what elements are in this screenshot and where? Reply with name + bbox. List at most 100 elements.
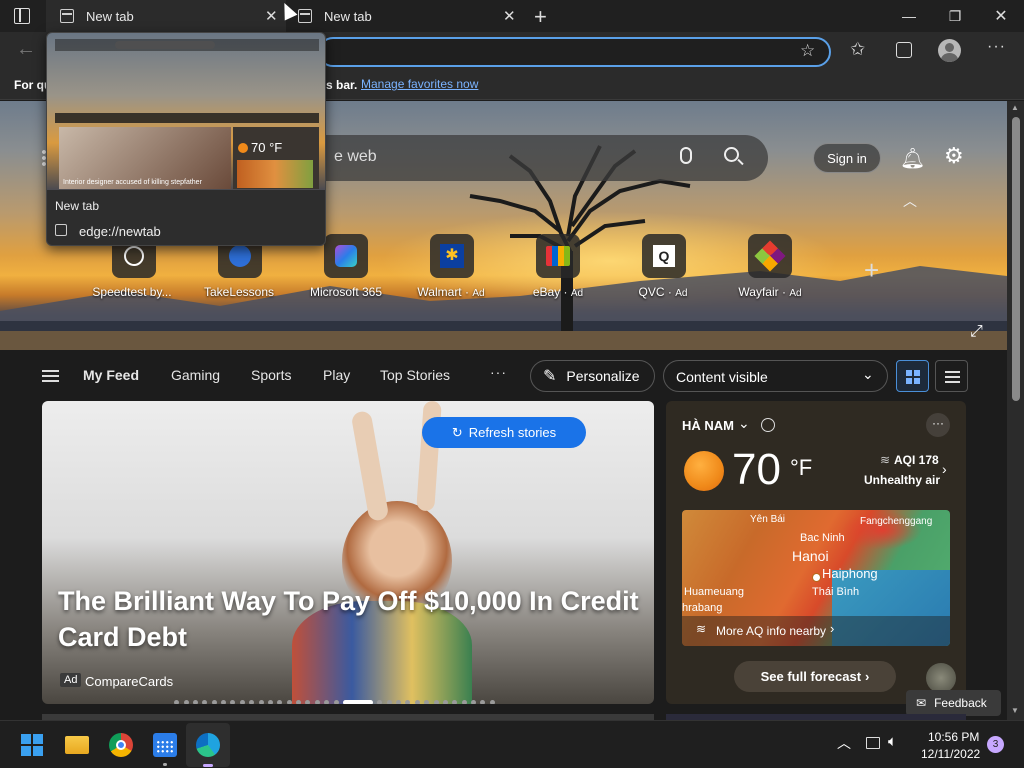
preview-title: New tab — [55, 199, 100, 213]
clock-date[interactable]: 12/11/2022 — [921, 747, 980, 761]
personalize-button[interactable]: ✎ Personalize — [530, 360, 655, 392]
feedback-button[interactable]: ✉ Feedback — [906, 690, 1001, 716]
restore-button[interactable]: ❐ — [932, 0, 978, 32]
volume-icon[interactable]: 🔈︎ — [888, 733, 897, 750]
map-label: Hanoi — [792, 548, 829, 564]
grid-layout-button[interactable] — [896, 360, 929, 392]
aqi-value[interactable]: AQI 178 — [894, 453, 939, 467]
collections-icon[interactable] — [896, 42, 912, 58]
tab-label: New tab — [86, 8, 134, 24]
map-label: Fangchenggang — [860, 516, 933, 527]
start-windows-icon[interactable] — [21, 734, 43, 756]
aqi-icon: ≋ — [880, 453, 891, 467]
tab-label: New tab — [324, 8, 372, 24]
address-bar[interactable]: ☆ — [318, 37, 831, 67]
expand-background-icon[interactable]: ⤢ — [970, 323, 983, 341]
quick-link-label: Microsoft 365 — [309, 285, 383, 299]
add-quick-link-button[interactable]: + — [864, 255, 879, 286]
aqi-chevron-icon[interactable]: › — [942, 461, 947, 477]
see-full-forecast-button[interactable]: See full forecast › — [734, 661, 896, 692]
walmart-icon: ✱ — [440, 244, 464, 268]
ad-tag: Ad — [570, 288, 584, 299]
aqi-status[interactable]: Unhealthy air — [864, 473, 940, 487]
tab-play[interactable]: Play — [323, 367, 350, 383]
file-explorer-icon[interactable] — [65, 736, 89, 754]
add-favorite-icon[interactable]: ☆ — [800, 41, 815, 61]
forecast-chevron-icon: › — [865, 669, 870, 684]
more-aq-link[interactable]: More AQ info nearby — [716, 624, 826, 638]
favorites-button[interactable]: ✩ — [850, 39, 865, 60]
tab-gaming[interactable]: Gaming — [171, 367, 220, 383]
back-button[interactable]: ← — [16, 38, 36, 61]
forecast-label: See full forecast — [760, 669, 862, 684]
chrome-icon[interactable] — [109, 733, 133, 757]
refresh-icon: ↻ — [451, 424, 463, 440]
map-label: Huameuang — [684, 586, 744, 598]
new-tab-button[interactable]: + — [534, 4, 547, 30]
story-headline[interactable]: The Brilliant Way To Pay Off $10,000 In … — [58, 583, 648, 655]
weather-location[interactable]: HÀ NAM — [682, 418, 734, 433]
air-quality-map[interactable]: Yên Bái Fangchenggang Bac Ninh Hanoi Hai… — [682, 510, 950, 646]
quick-link-label: QVC · Ad — [638, 285, 688, 299]
tab-sports[interactable]: Sports — [251, 367, 291, 383]
web-search-box[interactable]: e web — [300, 135, 768, 181]
tab-new-tab-1[interactable]: New tab ✕ — [46, 0, 286, 32]
quick-link-qvc[interactable]: Q — [642, 234, 686, 278]
content-visibility-dropdown[interactable]: Content visible ⌄ — [663, 360, 888, 392]
wayfair-icon — [754, 240, 786, 272]
ebay-icon — [546, 246, 570, 266]
page-scrollbar[interactable]: ▲ ▼ — [1007, 101, 1024, 720]
close-tab-icon[interactable]: ✕ — [503, 7, 516, 25]
settings-more-button[interactable]: ··· — [987, 38, 1006, 56]
settings-gear-icon[interactable]: ⚙ — [944, 143, 964, 169]
sign-in-button[interactable]: Sign in — [813, 143, 881, 173]
speedtest-icon — [124, 246, 144, 266]
ad-badge: Ad — [60, 673, 82, 687]
hero-story-card[interactable]: ↻ Refresh stories The Brilliant Way To P… — [42, 401, 654, 704]
title-bar: New tab ✕ New tab ✕ + — ❐ ✕ — [0, 0, 1024, 32]
tab-top-stories[interactable]: Top Stories — [380, 367, 450, 383]
microphone-icon[interactable] — [680, 147, 692, 164]
close-tab-icon[interactable]: ✕ — [265, 7, 278, 25]
temperature-value: 70 — [732, 445, 781, 494]
calendar-icon[interactable] — [153, 733, 177, 757]
globe-icon[interactable] — [761, 418, 775, 432]
manage-favorites-link[interactable]: Manage favorites now — [361, 77, 478, 91]
edge-browser-icon[interactable] — [186, 723, 230, 767]
carousel-dots[interactable] — [172, 692, 532, 704]
scroll-down-icon[interactable]: ▼ — [1011, 706, 1019, 715]
quick-link-walmart[interactable]: ✱ — [430, 234, 474, 278]
collapse-chevron-icon[interactable]: ︿ — [903, 191, 917, 211]
quick-link-ebay[interactable] — [536, 234, 580, 278]
network-icon[interactable] — [866, 737, 880, 749]
quick-link-microsoft365[interactable] — [324, 234, 368, 278]
notification-badge[interactable]: 3 — [987, 736, 1004, 753]
weather-more-button[interactable]: ··· — [926, 413, 950, 437]
preview-thumbnail: Interior designer accused of killing ste… — [47, 33, 325, 190]
more-tabs-button[interactable]: ··· — [490, 364, 507, 380]
quick-link-label: Speedtest by... — [92, 285, 172, 299]
tab-new-tab-2[interactable]: New tab ✕ — [288, 0, 526, 32]
preview-story-caption: Interior designer accused of killing ste… — [63, 179, 202, 186]
profile-avatar[interactable] — [938, 39, 961, 62]
notifications-bell-icon[interactable]: 🔔︎ — [900, 146, 925, 171]
feed-menu-icon[interactable] — [42, 370, 59, 382]
quick-link-name: Walmart — [417, 285, 462, 299]
tab-actions-button[interactable] — [14, 8, 30, 24]
ad-tag: Ad — [472, 288, 485, 299]
sign-in-label: Sign in — [827, 150, 867, 166]
location-chevron-icon[interactable]: ⌄ — [738, 415, 750, 432]
refresh-stories-button[interactable]: ↻ Refresh stories — [422, 417, 586, 448]
tab-my-feed[interactable]: My Feed — [83, 367, 139, 383]
scroll-up-icon[interactable]: ▲ — [1011, 103, 1019, 112]
list-layout-button[interactable] — [935, 360, 968, 392]
quick-link-wayfair[interactable] — [748, 234, 792, 278]
minimize-button[interactable]: — — [886, 0, 932, 32]
show-hidden-icons-chevron-icon[interactable]: ︿ — [837, 733, 851, 753]
preview-url: edge://newtab — [79, 224, 161, 239]
scrollbar-thumb[interactable] — [1012, 117, 1020, 401]
clock-time[interactable]: 10:56 PM — [928, 730, 979, 744]
close-window-button[interactable]: ✕ — [978, 0, 1024, 32]
quick-link-label: Walmart · Ad — [417, 285, 485, 299]
weather-card[interactable]: HÀ NAM ⌄ ··· 70 °F ≋ AQI 178 Unhealthy a… — [666, 401, 966, 704]
